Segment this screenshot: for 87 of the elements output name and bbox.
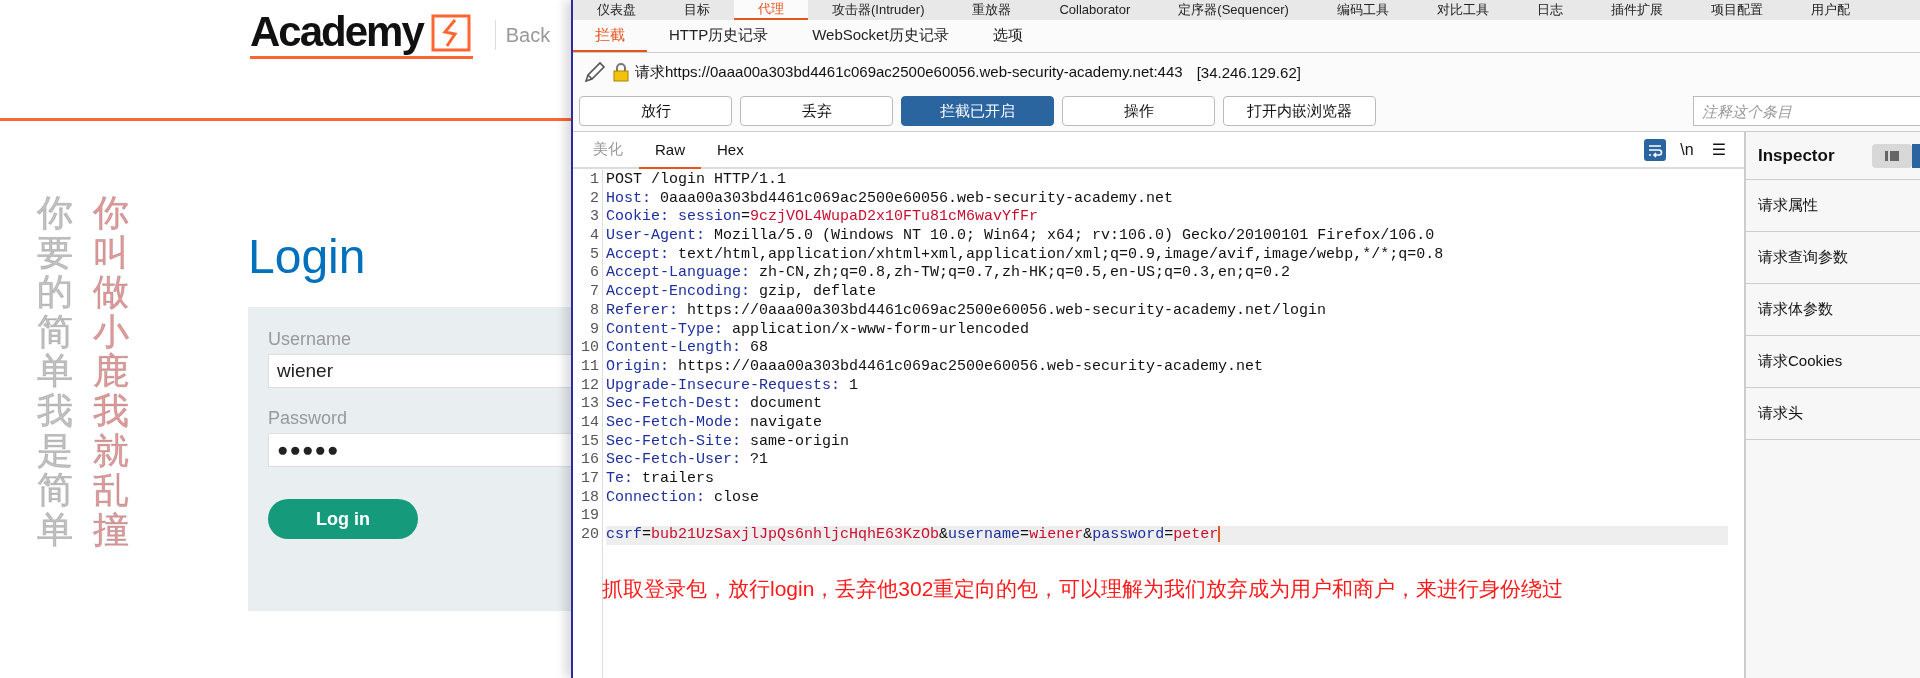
line-number: 3 <box>590 208 599 228</box>
main-tab[interactable]: 对比工具 <box>1412 0 1513 20</box>
inspector-section[interactable]: 请求体参数 <box>1746 284 1920 336</box>
pencil-icon[interactable] <box>583 60 607 84</box>
code-line: Sec-Fetch-Site: same-origin <box>606 432 851 452</box>
code-line: Sec-Fetch-Mode: navigate <box>606 413 824 433</box>
username-field[interactable]: wiener <box>268 354 571 388</box>
line-number: 1 <box>590 171 599 190</box>
code-line: Sec-Fetch-Dest: document <box>606 395 824 414</box>
code-line: Origin: https://0aaa00a303bd4461c069ac2500e60056.web-security-academy.net <box>606 357 1265 377</box>
main-tab[interactable]: 用户配 <box>1786 0 1874 20</box>
code-line: Accept-Encoding: gzip, deflate <box>606 283 878 302</box>
line-number: 20 <box>581 526 599 545</box>
comment-field[interactable]: 注释这个条目 <box>1693 96 1920 126</box>
main-tab[interactable]: 定序器(Sequencer) <box>1154 0 1313 20</box>
main-tab[interactable]: 编码工具 <box>1312 0 1413 20</box>
action-button[interactable]: 放行 <box>579 96 732 126</box>
line-number: 7 <box>590 283 599 302</box>
line-number: 4 <box>590 227 599 246</box>
code-line: Host: 0aaa00a303bd4461c069ac2500e60056.web-security-academy.net <box>606 189 1175 209</box>
action-button[interactable]: 打开内嵌浏览器 <box>1223 96 1376 126</box>
lock-icon <box>613 62 629 82</box>
main-tab[interactable]: 项目配置 <box>1686 0 1787 20</box>
line-number: 5 <box>590 245 599 265</box>
code-line: Te: trailers <box>606 470 716 489</box>
code-line: Cookie: session=9czjVOL4WupaD2x10FTu81cM6wavYfFr <box>606 208 1040 228</box>
main-tab[interactable]: Collaborator <box>1035 0 1155 20</box>
login-button[interactable]: Log in <box>268 499 418 539</box>
sub-tab[interactable]: 拦截 <box>573 20 647 52</box>
code-line: Content-Type: application/x-www-form-urlencoded <box>606 320 1031 340</box>
line-number: 8 <box>590 301 599 321</box>
line-number: 19 <box>581 507 599 527</box>
line-number: 16 <box>581 451 599 470</box>
code-line: Sec-Fetch-User: ?1 <box>606 451 770 470</box>
main-tab[interactable]: 攻击器(Intruder) <box>808 0 949 20</box>
vertical-text: 你要的简单我是简单 <box>37 193 73 550</box>
inspector-section[interactable]: 请求查询参数 <box>1746 232 1920 284</box>
action-button[interactable]: 操作 <box>1062 96 1215 126</box>
action-button[interactable]: 拦截已开启 <box>901 96 1054 126</box>
main-tab[interactable]: 重放器 <box>948 0 1036 20</box>
wrap-icon[interactable] <box>1644 138 1667 161</box>
line-number: 9 <box>590 320 599 340</box>
line-number: 15 <box>581 432 599 452</box>
sub-tab[interactable]: WebSocket历史记录 <box>790 20 971 52</box>
line-number: 11 <box>581 357 599 377</box>
line-number: 2 <box>590 189 599 209</box>
line-number: 12 <box>581 376 599 396</box>
main-tab[interactable]: 目标 <box>660 0 734 20</box>
request-url: 请求https://0aaa00a303bd4461c069ac2500e60056.web-security-academy.net:443 <box>635 62 1183 82</box>
inspector-title: Inspector <box>1758 145 1835 166</box>
newline-toggle[interactable]: \n <box>1680 140 1694 159</box>
main-tab[interactable]: 日志 <box>1512 0 1587 20</box>
main-tab[interactable]: 仪表盘 <box>573 0 660 20</box>
editor-tab[interactable]: Hex <box>701 132 760 169</box>
password-label: Password <box>268 408 348 429</box>
editor-tab[interactable]: Raw <box>639 132 701 169</box>
inspector-section[interactable]: 请求头 <box>1746 388 1920 440</box>
annotation-text: 抓取登录包，放行login，丢弃他302重定向的包，可以理解为我们放弃成为用户和商户，来进行身份绕过 <box>602 575 1565 602</box>
line-number: 14 <box>581 413 599 433</box>
inspector-section[interactable]: 请求Cookies <box>1746 336 1920 388</box>
sub-tab[interactable]: HTTP历史记录 <box>647 20 791 52</box>
request-ip: [34.246.129.62] <box>1196 63 1301 81</box>
vertical-text: 你叫做小鹿我就乱撞 <box>93 193 129 550</box>
code-line: Accept: text/html,application/xhtml+xml,application/xml;q=0.9,image/avif,image/webp,*/*;q=0.8 <box>606 245 1445 265</box>
code-line: Accept-Language: zh-CN,zh;q=0.8,zh-TW;q=0.7,zh-HK;q=0.5,en-US;q=0.3,en;q=0.2 <box>606 264 1292 284</box>
code-line: User-Agent: Mozilla/5.0 (Windows NT 10.0; Win64; x64; rv:106.0) Gecko/20100101 Firefox/106.0 <box>606 227 1436 246</box>
login-heading: Login <box>248 233 367 281</box>
inspector-section[interactable]: 请求属性 <box>1746 180 1920 232</box>
sub-tab[interactable]: 选项 <box>970 20 1045 52</box>
username-label: Username <box>268 329 352 350</box>
password-field[interactable]: ●●●●● <box>268 433 571 467</box>
line-number: 18 <box>581 488 599 508</box>
line-number: 17 <box>581 470 599 489</box>
action-button[interactable]: 丢弃 <box>740 96 893 126</box>
line-number: 13 <box>581 395 599 414</box>
logo-text: Academy <box>250 10 423 54</box>
line-number: 10 <box>581 339 599 358</box>
main-tab[interactable]: 代理 <box>734 0 808 20</box>
code-line: Referer: https://0aaa00a303bd4461c069ac2500e60056.web-security-academy.net/login <box>606 301 1328 321</box>
layout-toggle-icon[interactable] <box>1872 143 1920 168</box>
line-number: 6 <box>590 264 599 284</box>
code-line: Content-Length: 68 <box>606 339 770 358</box>
code-line: POST /login HTTP/1.1 <box>606 171 788 190</box>
code-line: Connection: close <box>606 488 761 508</box>
code-line: Upgrade-Insecure-Requests: 1 <box>606 376 860 396</box>
main-tab[interactable]: 插件扩展 <box>1586 0 1687 20</box>
menu-icon[interactable]: ☰ <box>1711 140 1726 159</box>
